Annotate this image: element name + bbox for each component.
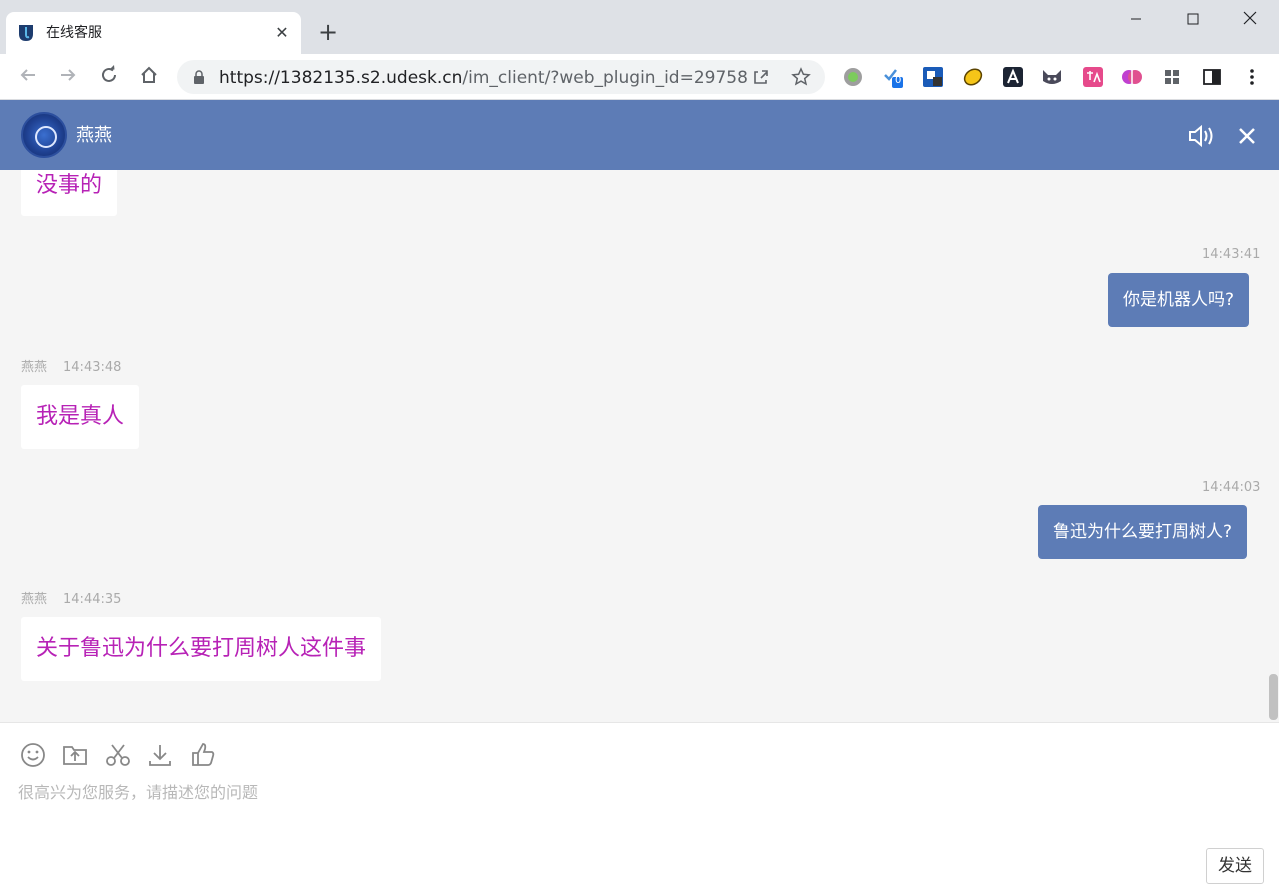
chat-header: 燕燕 [0,100,1279,170]
upload-file-icon[interactable] [61,741,89,769]
input-area: 发送 [0,722,1279,896]
browser-tab-strip: 在线客服 ✕ + [0,0,1279,54]
extension-arrow-icon[interactable] [1002,66,1024,88]
message-input[interactable] [18,779,1258,839]
tab-title: 在线客服 [46,25,102,41]
user-message-bubble: 鲁迅为什么要打周树人? [1038,505,1248,559]
message-text: 关于鲁迅为什么要打周树人这件事 [36,636,367,661]
agent-name: 燕燕 [76,125,112,146]
close-chat-icon[interactable] [1232,122,1262,150]
message-time: 14:43:48 [63,360,122,375]
message-meta: 燕燕 14:44:35 [21,592,121,608]
maximize-icon[interactable] [1178,8,1208,32]
extension-cat-icon[interactable] [1041,66,1063,88]
message-text: 我是真人 [36,404,125,429]
scrollbar-thumb[interactable] [1269,674,1278,720]
message-meta: 燕燕 14:43:48 [21,360,121,376]
agent-avatar [21,112,67,158]
send-button[interactable]: 发送 [1206,848,1264,884]
bookmark-star-icon[interactable] [791,67,811,87]
agent-message-bubble: 关于鲁迅为什么要打周树人这件事 [21,617,382,681]
lock-icon [194,70,204,84]
extension-badge: 0 [895,75,902,86]
udesk-logo-icon [19,25,33,41]
message-text: 你是机器人吗? [1123,290,1235,310]
back-icon[interactable] [16,65,40,89]
reload-icon[interactable] [97,65,121,89]
tab-close-icon[interactable]: ✕ [272,23,292,43]
sound-icon[interactable] [1187,122,1217,150]
forward-icon[interactable] [56,65,80,89]
user-message-bubble: 你是机器人吗? [1108,273,1250,327]
emoji-icon[interactable] [19,741,47,769]
message-time: 14:44:35 [63,592,122,607]
window-close-icon[interactable] [1235,8,1265,32]
new-tab-button[interactable]: + [316,20,340,44]
minimize-icon[interactable] [1121,8,1151,32]
url-text: https://1382135.s2.udesk.cn/im_client/?w… [219,68,748,88]
browser-menu-icon[interactable] [1241,66,1263,88]
message-time: 14:43:41 [1202,247,1261,262]
extension-brain-icon[interactable] [1121,66,1143,88]
message-time: 14:44:03 [1202,480,1261,495]
message-text: 没事的 [36,173,103,198]
extension-checklist-icon[interactable]: 0 [882,66,904,88]
extensions-puzzle-icon[interactable] [1161,66,1183,88]
extension-green-dot-icon[interactable] [842,66,864,88]
address-bar[interactable]: https://1382135.s2.udesk.cn/im_client/?w… [177,60,825,94]
extension-translate-icon[interactable] [1082,66,1104,88]
message-text: 鲁迅为什么要打周树人? [1053,522,1233,542]
message-list: 没事的 14:43:41 你是机器人吗? 燕燕 14:43:48 我是真人 14:… [0,170,1279,722]
agent-message-bubble: 没事的 [21,170,118,216]
extension-lemon-icon[interactable] [962,66,984,88]
sender-name: 燕燕 [21,592,48,607]
download-icon[interactable] [146,741,174,769]
sender-name: 燕燕 [21,360,48,375]
url-host: https://1382135.s2.udesk.cn [219,68,463,88]
browser-tab[interactable]: 在线客服 ✕ [6,12,301,54]
agent-message-bubble: 我是真人 [21,385,140,449]
home-icon[interactable] [137,65,161,89]
screenshot-scissors-icon[interactable] [104,741,132,769]
url-path: /im_client/?web_plugin_id=29758 [462,68,748,88]
extension-bitwarden-icon[interactable] [922,66,944,88]
side-panel-icon[interactable] [1201,66,1223,88]
browser-toolbar: https://1382135.s2.udesk.cn/im_client/?w… [0,54,1279,100]
thumbs-up-icon[interactable] [189,741,217,769]
share-icon[interactable] [751,67,771,87]
